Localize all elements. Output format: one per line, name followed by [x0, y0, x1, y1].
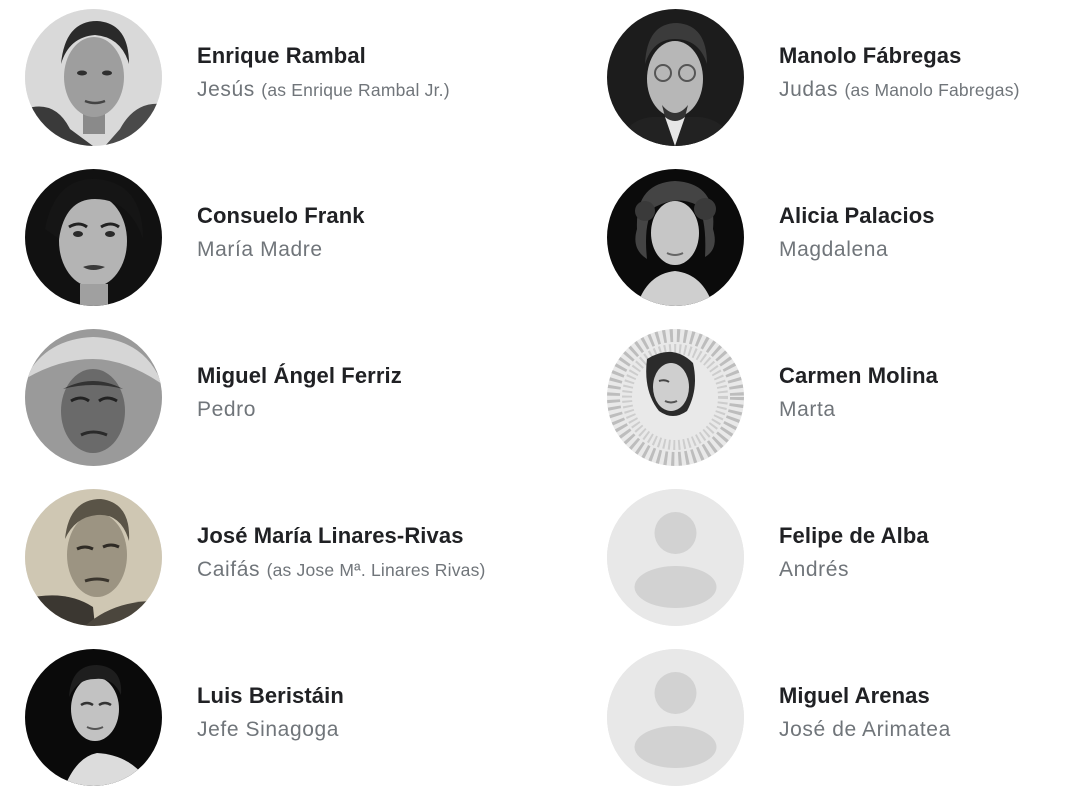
cast-member-luis-beristain[interactable]: Luis Beristáin Jefe Sinagoga — [25, 649, 545, 789]
character-role: Andrés — [779, 558, 849, 582]
credit-note: (as Enrique Rambal Jr.) — [261, 80, 450, 100]
actor-photo[interactable] — [25, 169, 162, 306]
actor-photo[interactable] — [25, 9, 162, 146]
cast-grid: Enrique Rambal Jesús (as Enrique Rambal … — [0, 0, 1069, 800]
actor-name[interactable]: Felipe de Alba — [779, 523, 929, 549]
actor-photo[interactable] — [607, 9, 744, 146]
actor-name[interactable]: Alicia Palacios — [779, 203, 935, 229]
actor-name[interactable]: Miguel Ángel Ferriz — [197, 363, 402, 389]
character-name: María Madre — [197, 238, 323, 261]
character-role: Judas (as Manolo Fabregas) — [779, 78, 1020, 102]
actor-name[interactable]: José María Linares-Rivas — [197, 523, 464, 549]
character-name: Andrés — [779, 558, 850, 581]
character-name: Jesús — [197, 78, 255, 101]
character-role: Marta — [779, 398, 836, 422]
cast-member-miguel-arenas[interactable]: Miguel Arenas José de Arimatea — [607, 649, 1057, 789]
character-role: Jefe Sinagoga — [197, 718, 339, 742]
actor-photo[interactable] — [25, 489, 162, 626]
character-name: Jefe Sinagoga — [197, 718, 340, 741]
credit-note: (as Manolo Fabregas) — [844, 80, 1020, 100]
character-name: Pedro — [197, 398, 257, 421]
character-name: Caifás — [197, 558, 261, 581]
actor-name[interactable]: Miguel Arenas — [779, 683, 930, 709]
character-role: María Madre — [197, 238, 323, 262]
actor-name[interactable]: Consuelo Frank — [197, 203, 365, 229]
character-role: José de Arimatea — [779, 718, 951, 742]
character-name: Marta — [779, 398, 836, 421]
actor-name[interactable]: Luis Beristáin — [197, 683, 344, 709]
actor-name[interactable]: Carmen Molina — [779, 363, 938, 389]
actor-photo[interactable] — [25, 329, 162, 466]
actor-name[interactable]: Enrique Rambal — [197, 43, 366, 69]
actor-photo[interactable] — [607, 329, 744, 466]
cast-member-enrique-rambal[interactable]: Enrique Rambal Jesús (as Enrique Rambal … — [25, 9, 545, 149]
cast-member-felipe-de-alba[interactable]: Felipe de Alba Andrés — [607, 489, 1057, 629]
actor-photo[interactable] — [607, 169, 744, 306]
actor-photo[interactable] — [25, 649, 162, 786]
cast-member-alicia-palacios[interactable]: Alicia Palacios Magdalena — [607, 169, 1057, 309]
character-role: Caifás (as Jose Mª. Linares Rivas) — [197, 558, 486, 582]
cast-member-manolo-fabregas[interactable]: Manolo Fábregas Judas (as Manolo Fabrega… — [607, 9, 1057, 149]
cast-member-jose-maria-linares-rivas[interactable]: José María Linares-Rivas Caifás (as Jose… — [25, 489, 555, 629]
character-role: Magdalena — [779, 238, 888, 262]
cast-member-carmen-molina[interactable]: Carmen Molina Marta — [607, 329, 1057, 469]
cast-member-miguel-angel-ferriz[interactable]: Miguel Ángel Ferriz Pedro — [25, 329, 545, 469]
person-placeholder-icon[interactable] — [607, 649, 744, 786]
character-name: Magdalena — [779, 238, 889, 261]
actor-name[interactable]: Manolo Fábregas — [779, 43, 961, 69]
character-name: José de Arimatea — [779, 718, 951, 741]
credit-note: (as Jose Mª. Linares Rivas) — [266, 560, 486, 580]
character-role: Pedro — [197, 398, 256, 422]
person-placeholder-icon[interactable] — [607, 489, 744, 626]
character-role: Jesús (as Enrique Rambal Jr.) — [197, 78, 450, 102]
character-name: Judas — [779, 78, 839, 101]
cast-member-consuelo-frank[interactable]: Consuelo Frank María Madre — [25, 169, 545, 309]
